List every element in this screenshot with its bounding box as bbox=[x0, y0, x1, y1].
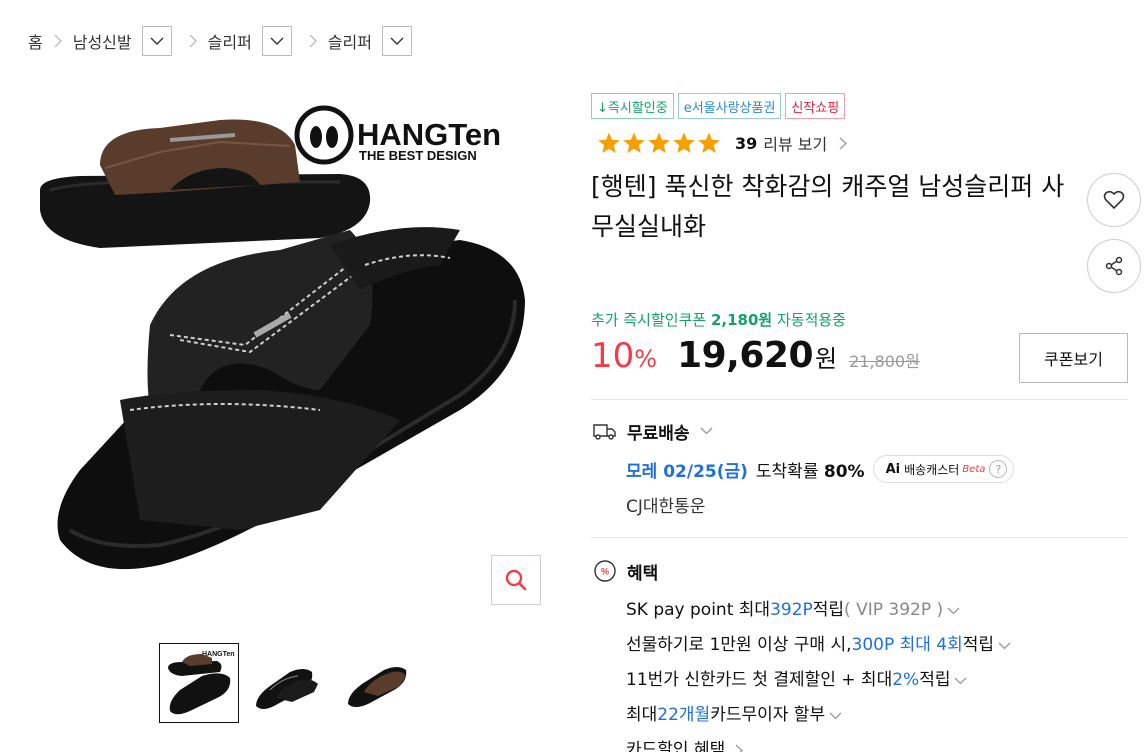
chevron-down-icon bbox=[955, 677, 967, 684]
breadcrumb-level2[interactable]: 슬리퍼 bbox=[208, 29, 252, 53]
chevron-down-icon bbox=[829, 712, 842, 719]
rating-row[interactable]: 39 리뷰 보기 bbox=[591, 129, 1131, 157]
heart-icon bbox=[1103, 190, 1125, 210]
chevron-right-icon bbox=[735, 744, 744, 752]
rating-stars bbox=[597, 131, 721, 155]
chevron-down-icon bbox=[390, 37, 404, 45]
chevron-right-icon bbox=[43, 34, 73, 48]
chevron-down-icon bbox=[150, 37, 164, 45]
chevron-right-icon bbox=[298, 34, 328, 48]
breadcrumb-level1[interactable]: 남성신발 bbox=[73, 29, 132, 53]
breadcrumb-home[interactable]: 홈 bbox=[28, 29, 43, 53]
wishlist-button[interactable] bbox=[1087, 173, 1141, 227]
divider bbox=[591, 537, 1128, 538]
coupon-amount: 2,180원 bbox=[710, 311, 773, 329]
ai-label: Ai bbox=[885, 461, 901, 477]
review-count: 39 bbox=[735, 133, 758, 153]
sale-price: 19,620 bbox=[677, 335, 813, 376]
star-icon bbox=[698, 132, 720, 153]
view-coupon-button[interactable]: 쿠폰보기 bbox=[1019, 333, 1128, 383]
benefits-title: 혜택 bbox=[627, 563, 659, 584]
benefit-item-gift[interactable]: 선물하기로 1만원 이상 구매 시, 300P 최대 4회 적립 bbox=[626, 628, 1011, 663]
benefits-section: % 혜택 SK pay point 최대 392P 적립( VIP 392P )… bbox=[593, 558, 1011, 752]
instant-coupon-notice: 추가 즉시할인쿠폰 2,180원 자동적용중 bbox=[591, 309, 846, 330]
star-icon bbox=[648, 132, 670, 153]
price-row: 10% 19,620 원 21,800원 bbox=[591, 335, 920, 385]
delivery-truck-icon bbox=[593, 424, 616, 440]
benefits-header: % 혜택 bbox=[593, 558, 1011, 584]
brand-tagline: THE BEST DESIGN bbox=[359, 148, 477, 163]
breadcrumb-level2-dropdown[interactable] bbox=[261, 26, 292, 56]
product-main-image[interactable]: HANGTen THE BEST DESIGN bbox=[20, 90, 550, 620]
shipping-carrier: CJ대한통운 bbox=[626, 497, 706, 517]
chevron-down-icon bbox=[998, 642, 1011, 649]
shipping-section: 무료배송 모레 02/25(금) 도착확률 80% Ai 배송캐스터 Beta … bbox=[593, 418, 1015, 517]
divider bbox=[591, 399, 1128, 400]
thumbnail-2[interactable] bbox=[249, 643, 329, 723]
brand-logo: HANGTen THE BEST DESIGN bbox=[294, 105, 501, 165]
product-title: [행텐] 푹신한 착화감의 캐주얼 남성슬리퍼 사무실실내화 bbox=[591, 172, 1065, 241]
chevron-right-icon bbox=[178, 34, 208, 48]
badge-instant-discount: ↓즉시할인중 bbox=[591, 93, 674, 119]
help-icon[interactable]: ? bbox=[989, 460, 1008, 478]
chevron-down-icon bbox=[947, 607, 960, 614]
chevron-down-icon bbox=[270, 37, 284, 45]
ai-caster-text: 배송캐스터 bbox=[904, 462, 960, 477]
star-icon bbox=[623, 132, 645, 153]
shipping-title: 무료배송 bbox=[627, 423, 690, 444]
benefit-item-shinhan-card[interactable]: 11번가 신한카드 첫 결제할인 + 최대 2% 적립 bbox=[626, 663, 1011, 698]
product-info: ↓즉시할인중 e서울사랑상품권 신작쇼핑 39 리뷰 보기 [행텐] 푹신한 착… bbox=[591, 93, 1131, 247]
benefit-item-sk-pay[interactable]: SK pay point 최대 392P 적립( VIP 392P ) bbox=[626, 593, 1011, 628]
delivery-probability: 도착확률 80% bbox=[755, 461, 865, 482]
thumbnail-3[interactable] bbox=[339, 643, 419, 723]
discount-rate: 10% bbox=[591, 336, 658, 376]
star-icon bbox=[598, 132, 620, 153]
share-icon bbox=[1105, 256, 1123, 276]
zoom-button[interactable] bbox=[491, 555, 541, 605]
badge-list: ↓즉시할인중 e서울사랑상품권 신작쇼핑 bbox=[591, 93, 1131, 119]
benefit-item-card-discount[interactable]: 카드할인 혜택 bbox=[626, 733, 1011, 752]
star-icon bbox=[673, 132, 695, 153]
benefit-list: SK pay point 최대 392P 적립( VIP 392P ) 선물하기… bbox=[626, 593, 1011, 752]
search-icon bbox=[505, 569, 527, 591]
breadcrumb-level3-dropdown[interactable] bbox=[381, 26, 412, 56]
svg-text:%: % bbox=[601, 567, 609, 577]
sandal-black-image bbox=[57, 227, 525, 570]
share-button[interactable] bbox=[1087, 239, 1141, 293]
breadcrumb-level1-dropdown[interactable] bbox=[141, 26, 172, 56]
price-currency: 원 bbox=[815, 345, 838, 373]
chevron-right-icon bbox=[839, 137, 848, 149]
original-price: 21,800원 bbox=[849, 352, 920, 371]
thumbnail-list: HANGTen bbox=[159, 643, 419, 723]
delivery-estimate: 모레 02/25(금) 도착확률 80% Ai 배송캐스터 Beta ? bbox=[626, 454, 1015, 484]
breadcrumb: 홈 남성신발 슬리퍼 슬리퍼 bbox=[28, 26, 412, 56]
shipping-header[interactable]: 무료배송 bbox=[593, 418, 1014, 444]
percent-badge-icon: % bbox=[594, 560, 616, 582]
breadcrumb-level3[interactable]: 슬리퍼 bbox=[328, 29, 372, 53]
coupon-prefix: 추가 즉시할인쿠폰 bbox=[591, 311, 707, 329]
review-link[interactable]: 리뷰 보기 bbox=[763, 131, 827, 155]
beta-badge: Beta bbox=[962, 463, 986, 475]
chevron-down-icon bbox=[700, 427, 713, 435]
badge-seoul-voucher: e서울사랑상품권 bbox=[677, 93, 782, 119]
coupon-suffix: 자동적용중 bbox=[776, 311, 846, 329]
ai-delivery-caster-chip[interactable]: Ai 배송캐스터 Beta ? bbox=[872, 455, 1015, 483]
brand-logo-text: HANGTen bbox=[357, 117, 501, 152]
badge-new-shopping: 신작쇼핑 bbox=[785, 93, 846, 119]
thumbnail-1[interactable]: HANGTen bbox=[159, 643, 239, 723]
delivery-date: 모레 02/25(금) bbox=[626, 461, 748, 482]
benefit-item-installment[interactable]: 최대 22개월 카드무이자 할부 bbox=[626, 698, 1011, 733]
